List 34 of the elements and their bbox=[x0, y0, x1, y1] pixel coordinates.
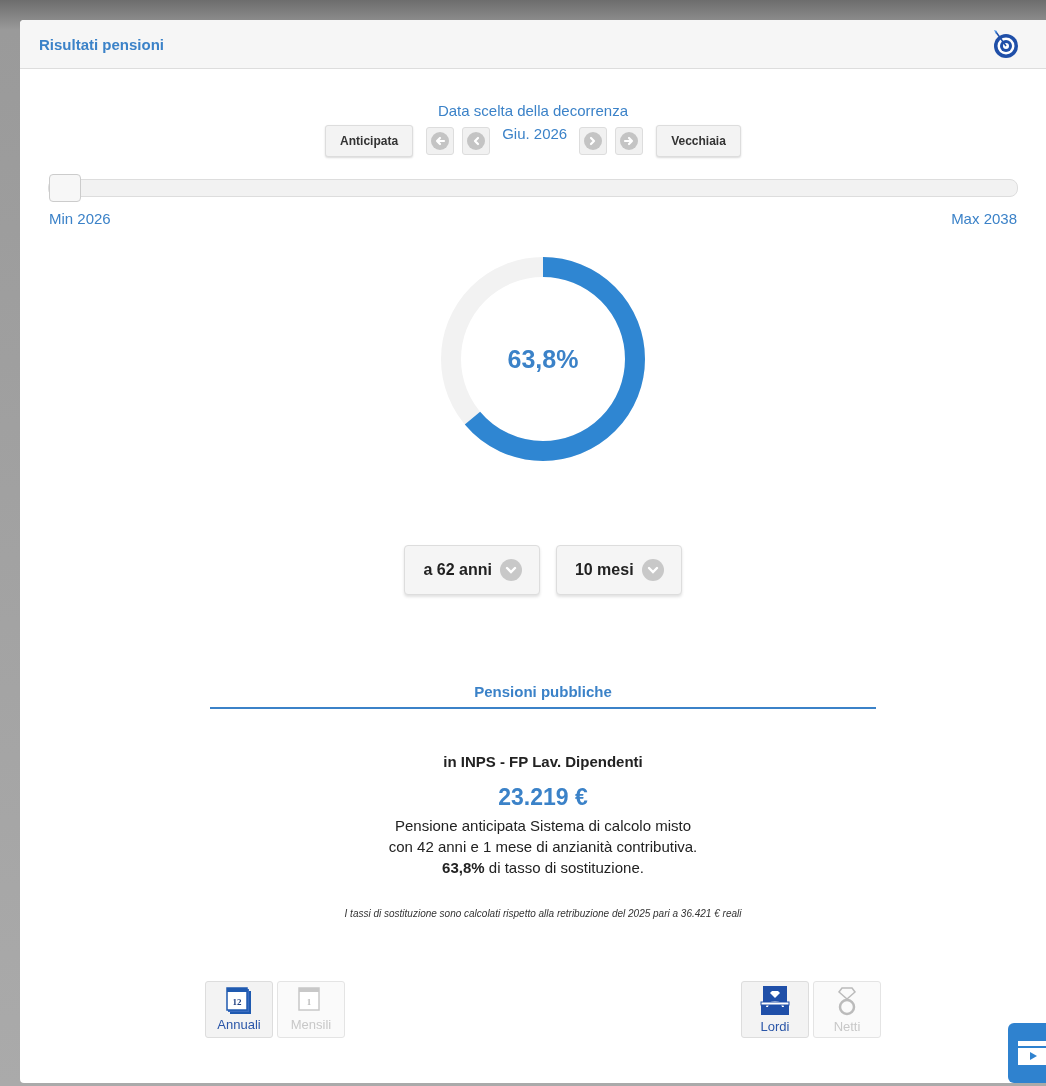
old-age-button[interactable]: Vecchiaia bbox=[656, 125, 741, 157]
pension-amount: 23.219 € bbox=[498, 784, 588, 811]
dropdown[interactable]: a 62 anni bbox=[404, 545, 540, 595]
first-button[interactable] bbox=[426, 127, 455, 155]
date-picker-label: Data scelta della decorrenza bbox=[437, 102, 629, 119]
video-button[interactable] bbox=[1008, 1023, 1046, 1083]
section-title: Pensioni pubbliche bbox=[474, 683, 612, 700]
chevron-right-icon bbox=[584, 132, 603, 150]
slider-thumb[interactable] bbox=[49, 174, 81, 202]
dropdown[interactable]: 10 mesi bbox=[555, 545, 682, 595]
footnote: I tassi di sostituzione sono calcolati rispetto alla retribuzione del 2025 pari a 36.421 € reali bbox=[344, 908, 742, 919]
calendar-icon: 12 bbox=[226, 987, 252, 1015]
date-value: Giu. 2026 bbox=[502, 125, 568, 142]
last-button[interactable] bbox=[615, 127, 644, 155]
chevron-down-icon bbox=[641, 559, 664, 581]
fund-name: in INPS - FP Lav. Dipendenti bbox=[443, 753, 643, 770]
min-label: Min 2026 bbox=[49, 210, 111, 227]
period-toggle[interactable]: 12 Annuali bbox=[205, 981, 273, 1038]
gauge-value: 63,8% bbox=[507, 344, 579, 374]
ring-icon bbox=[837, 985, 857, 1017]
early-button[interactable]: Anticipata bbox=[325, 125, 414, 157]
chevron-left-icon bbox=[467, 132, 486, 150]
arrow-right-icon bbox=[620, 132, 639, 150]
max-label: Max 2038 bbox=[951, 210, 1017, 227]
pension-description: Pensione anticipata Sistema di calcolo misto con 42 anni e 1 mese di anzianità contributiva. 63,8% di tasso di sostituzione. bbox=[388, 816, 698, 878]
arrow-left-icon bbox=[431, 132, 450, 150]
panel-title: Risultati pensioni bbox=[39, 35, 164, 53]
video-icon bbox=[1016, 1039, 1046, 1067]
ring-box-icon bbox=[759, 985, 791, 1017]
previous-button[interactable] bbox=[462, 127, 491, 155]
chevron-down-icon bbox=[499, 559, 522, 581]
target-icon[interactable] bbox=[992, 29, 1020, 59]
next-button[interactable] bbox=[579, 127, 608, 155]
amount-toggle[interactable]: Lordi bbox=[741, 981, 809, 1038]
